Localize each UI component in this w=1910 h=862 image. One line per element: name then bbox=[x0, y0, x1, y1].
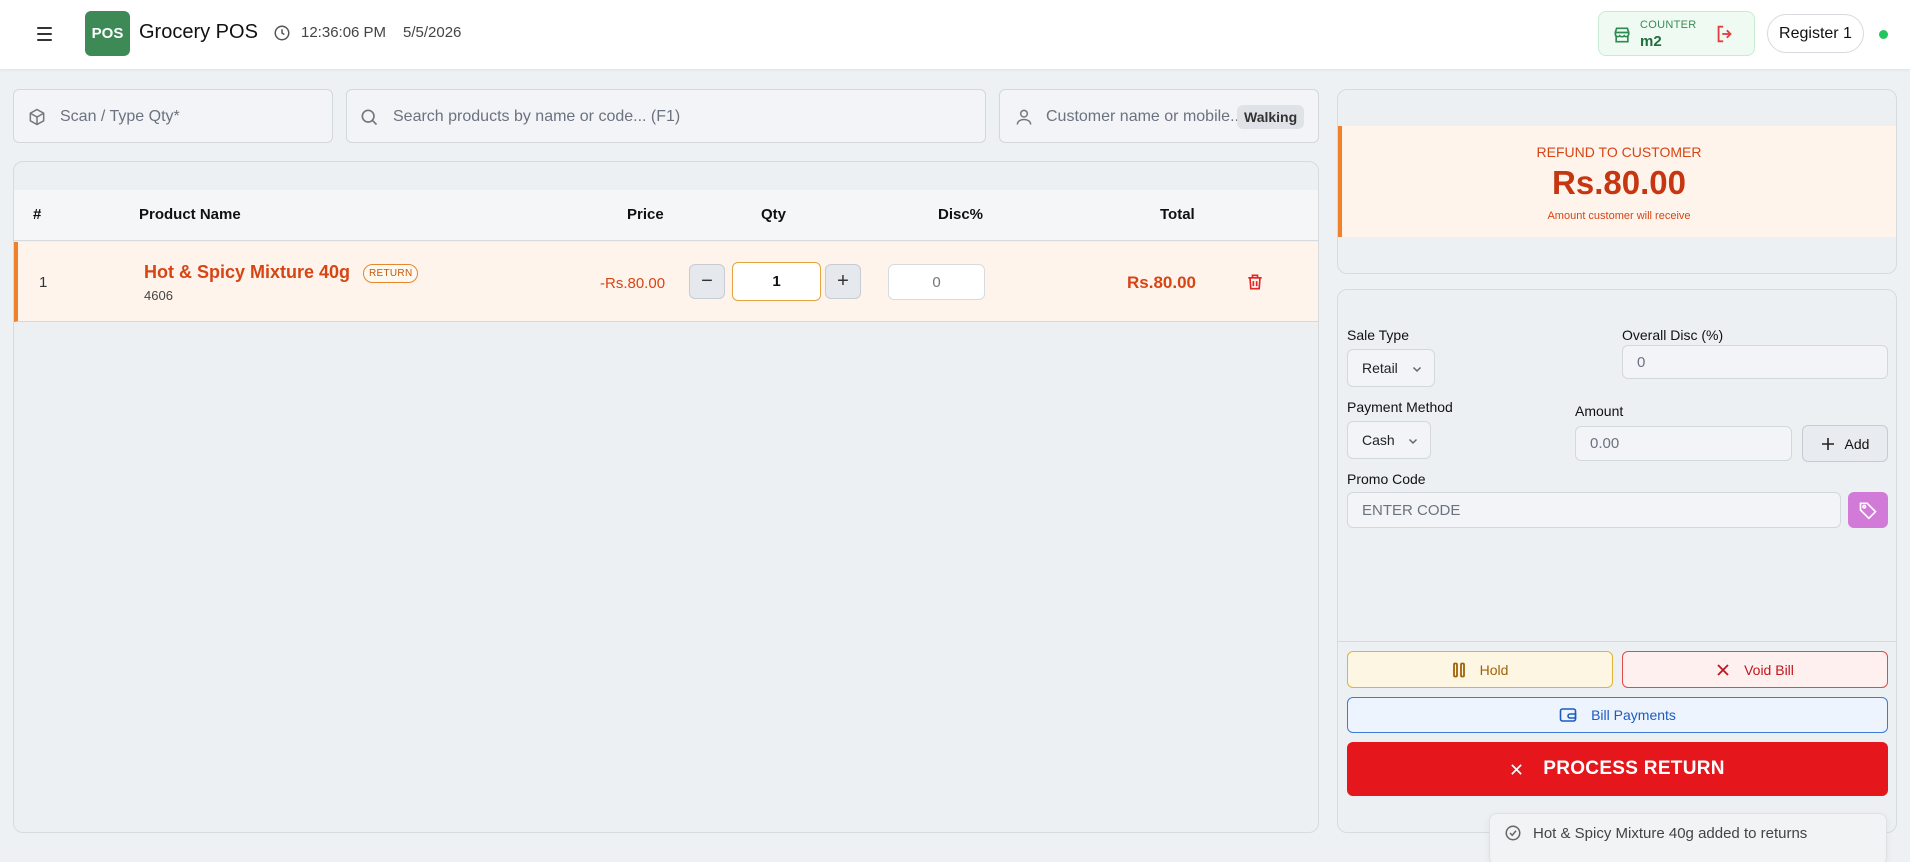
payment-method-select[interactable]: Cash bbox=[1347, 421, 1431, 459]
counter-label: COUNTER bbox=[1640, 19, 1697, 31]
register-button[interactable]: Register 1 bbox=[1767, 14, 1864, 53]
overall-disc-label: Overall Disc (%) bbox=[1622, 327, 1724, 343]
menu-icon[interactable] bbox=[33, 22, 57, 46]
promo-code-input[interactable]: ENTER CODE bbox=[1347, 492, 1841, 528]
customer-placeholder: Customer name or mobile... bbox=[1046, 108, 1244, 125]
qty-input[interactable]: 1 bbox=[732, 262, 821, 301]
overall-disc-input[interactable]: 0 bbox=[1622, 345, 1888, 379]
logout-icon[interactable] bbox=[1714, 23, 1736, 45]
online-status-dot bbox=[1879, 30, 1888, 39]
tag-icon bbox=[1859, 502, 1877, 520]
product-code: 4606 bbox=[144, 288, 173, 303]
return-badge: RETURN bbox=[363, 264, 419, 283]
counter-value: m2 bbox=[1640, 33, 1662, 50]
plus-icon bbox=[1821, 437, 1834, 450]
app-logo: POS bbox=[85, 11, 130, 56]
panel-divider bbox=[1338, 641, 1896, 642]
counter-indicator: COUNTER m2 bbox=[1598, 11, 1755, 56]
user-icon bbox=[1016, 109, 1032, 125]
col-index: # bbox=[33, 206, 42, 223]
check-circle-icon bbox=[1505, 825, 1521, 841]
bill-payments-button[interactable]: Bill Payments bbox=[1347, 697, 1888, 733]
qty-decrement-button[interactable]: − bbox=[689, 264, 725, 299]
refund-label: REFUND TO CUSTOMER bbox=[1536, 144, 1702, 160]
table-row[interactable]: 1 Hot & Spicy Mixture 40g RETURN 4606 -R… bbox=[14, 242, 1318, 322]
top-bar: POS Grocery POS 12:36:06 PM 5/5/2026 COU… bbox=[0, 0, 1910, 70]
col-total: Total bbox=[1160, 206, 1195, 223]
payment-method-value: Cash bbox=[1362, 432, 1395, 448]
col-qty: Qty bbox=[761, 206, 787, 223]
trash-icon[interactable] bbox=[1245, 272, 1265, 292]
toast-notification: Hot & Spicy Mixture 40g added to returns bbox=[1489, 813, 1887, 862]
col-disc: Disc% bbox=[938, 206, 984, 223]
package-icon bbox=[29, 108, 45, 126]
overall-disc-value: 0 bbox=[1637, 353, 1646, 371]
refund-box: REFUND TO CUSTOMER Rs.80.00 Amount custo… bbox=[1338, 126, 1896, 237]
sale-type-select[interactable]: Retail bbox=[1347, 349, 1435, 387]
payment-method-label: Payment Method bbox=[1347, 399, 1453, 415]
refund-amount: Rs.80.00 bbox=[1552, 164, 1686, 201]
amount-label: Amount bbox=[1575, 403, 1624, 419]
qty-increment-button[interactable]: + bbox=[825, 264, 861, 299]
close-icon bbox=[1511, 763, 1522, 775]
customer-input[interactable]: Customer name or mobile... Walking bbox=[999, 89, 1319, 143]
scan-qty-input[interactable]: Scan / Type Qty* bbox=[13, 89, 333, 143]
add-payment-button[interactable]: Add bbox=[1802, 425, 1888, 462]
close-icon bbox=[1717, 663, 1729, 676]
store-icon bbox=[1614, 27, 1630, 43]
disc-input[interactable]: 0 bbox=[888, 264, 985, 300]
amount-placeholder: 0.00 bbox=[1590, 435, 1620, 452]
col-price: Price bbox=[627, 206, 664, 223]
scan-placeholder: Scan / Type Qty* bbox=[60, 108, 180, 125]
promo-code-placeholder: ENTER CODE bbox=[1362, 501, 1461, 519]
sale-type-label: Sale Type bbox=[1347, 327, 1410, 343]
amount-input[interactable]: 0.00 bbox=[1575, 426, 1792, 461]
toast-message: Hot & Spicy Mixture 40g added to returns bbox=[1533, 825, 1808, 842]
customer-type-badge: Walking bbox=[1237, 105, 1305, 129]
col-product-name: Product Name bbox=[139, 206, 241, 223]
current-date: 5/5/2026 bbox=[403, 24, 462, 41]
wallet-icon bbox=[1559, 708, 1577, 722]
app-title: Grocery POS bbox=[139, 21, 258, 43]
product-price: -Rs.80.00 bbox=[600, 275, 666, 292]
process-return-button[interactable]: PROCESS RETURN bbox=[1347, 742, 1888, 796]
row-total: Rs.80.00 bbox=[1127, 273, 1196, 292]
void-bill-label: Void Bill bbox=[1744, 661, 1794, 678]
chevron-down-icon bbox=[1412, 366, 1422, 373]
current-time: 12:36:06 PM bbox=[301, 24, 387, 41]
sale-type-value: Retail bbox=[1362, 360, 1398, 376]
promo-code-label: Promo Code bbox=[1347, 471, 1426, 487]
product-name: Hot & Spicy Mixture 40g bbox=[144, 262, 351, 282]
payment-panel: Sale Type Retail Overall Disc (%) 0 Paym… bbox=[1337, 289, 1897, 833]
add-payment-label: Add bbox=[1844, 435, 1870, 452]
apply-promo-button[interactable] bbox=[1848, 492, 1888, 528]
refund-summary-panel: REFUND TO CUSTOMER Rs.80.00 Amount custo… bbox=[1337, 89, 1897, 274]
cart-table: # Product Name Price Qty Disc% Total 1 H… bbox=[13, 161, 1319, 833]
refund-subtext: Amount customer will receive bbox=[1547, 210, 1691, 222]
bill-payments-label: Bill Payments bbox=[1591, 707, 1676, 723]
cart-header-row: # Product Name Price Qty Disc% Total bbox=[14, 190, 1318, 241]
search-placeholder: Search products by name or code... (F1) bbox=[393, 108, 681, 125]
hold-button[interactable]: Hold bbox=[1347, 651, 1613, 688]
row-index: 1 bbox=[39, 274, 48, 291]
clock-icon bbox=[274, 25, 290, 41]
pause-icon bbox=[1452, 662, 1465, 677]
void-bill-button[interactable]: Void Bill bbox=[1622, 651, 1888, 688]
hold-label: Hold bbox=[1479, 661, 1509, 678]
search-icon bbox=[361, 109, 378, 126]
chevron-down-icon bbox=[1408, 438, 1418, 445]
product-search-input[interactable]: Search products by name or code... (F1) bbox=[346, 89, 986, 143]
process-return-label: PROCESS RETURN bbox=[1543, 758, 1725, 779]
